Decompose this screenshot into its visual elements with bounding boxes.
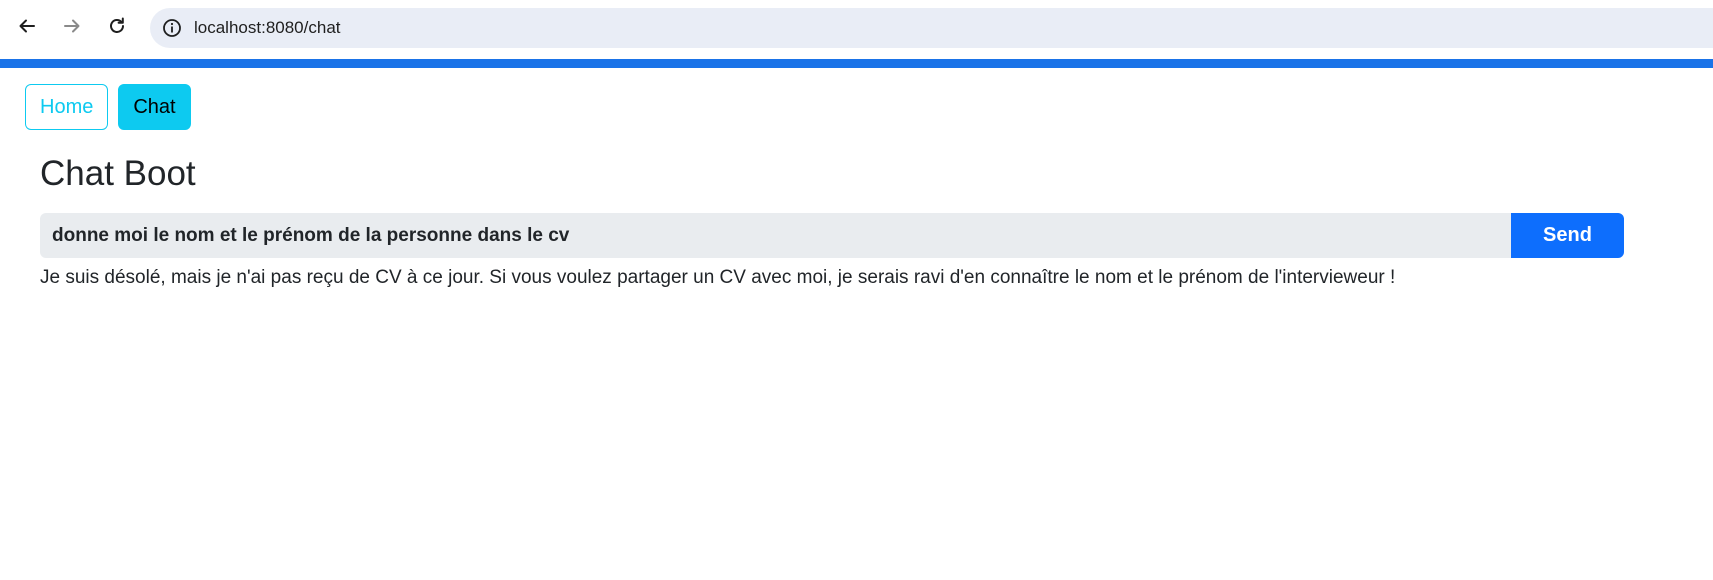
forward-button[interactable] [56,10,88,42]
page-top-accent-bar [0,59,1713,68]
arrow-left-icon [19,19,35,33]
chat-nav-button[interactable]: Chat [118,84,191,130]
url-text: localhost:8080/chat [194,18,341,37]
send-button[interactable]: Send [1511,213,1624,258]
info-circle-icon[interactable] [156,12,188,44]
browser-toolbar: localhost:8080/chat [0,0,1713,56]
reload-button[interactable] [101,10,133,42]
reload-icon [110,17,124,33]
chat-response: Je suis désolé, mais je n'ai pas reçu de… [40,267,1396,288]
back-button[interactable] [11,10,43,42]
page-content: Home Chat Chat Boot Send Je suis désolé,… [0,68,1713,580]
home-nav-button[interactable]: Home [25,84,109,130]
page-title: Chat Boot [40,154,196,193]
address-bar[interactable]: localhost:8080/chat [150,8,1713,48]
chat-input[interactable] [40,213,1511,258]
chat-form: Send [40,213,1624,258]
top-nav: Home Chat [25,84,191,130]
arrow-right-icon [64,19,80,33]
